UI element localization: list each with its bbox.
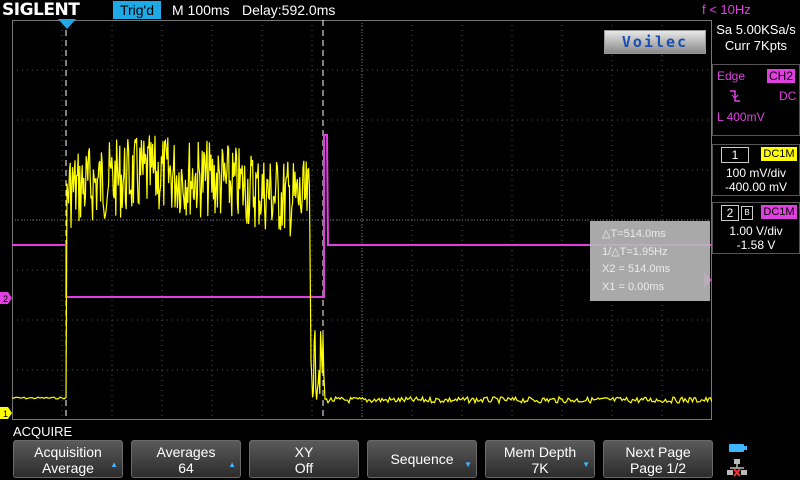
usb-storage-icon [729,444,747,452]
ch1-offset: -400.00 mV [724,180,788,194]
softkey-value: Off [294,460,314,476]
softkey-label: XY [294,444,314,460]
softkey-label: Sequence [390,451,454,467]
ch1-coupling: DC1M [761,147,797,161]
trigger-coupling: DC [779,89,797,103]
softkey-value: Page 1/2 [629,460,687,476]
softkey-value: 7K [531,460,549,476]
x1-readout: X1 = 0.00ms [602,281,665,293]
inverse-delta-t-readout: 1/△T=1.95Hz [602,246,668,258]
averages-softkey[interactable]: Averages 64 ▲ [131,440,241,478]
menu-title: ACQUIRE [13,424,73,439]
ch2-info-box[interactable]: 2 B DC1M 1.00 V/div -1.58 V [712,202,800,254]
ch1-number: 1 [721,147,749,163]
ch2-offset: -1.58 V [736,238,776,252]
network-disconnected-icon [727,459,747,477]
down-arrow-icon: ▼ [582,460,590,469]
cursor-readout-panel: △T=514.0ms 1/△T=1.95Hz X2 = 514.0ms X1 =… [590,221,710,301]
ch1-scale: 100 mV/div [725,166,787,180]
mem-depth-softkey[interactable]: Mem Depth 7K ▼ [485,440,595,478]
ch1-info-box[interactable]: 1 DC1M 100 mV/div -400.00 mV [712,144,800,196]
status-icons [724,440,800,480]
acquisition-mode-softkey[interactable]: Acquisition Average ▲ [13,440,123,478]
svg-text:2: 2 [3,294,8,304]
brand-logo: SIGLENT [2,0,80,20]
timebase-readout: M 100ms [172,2,230,18]
falling-edge-icon [730,90,740,102]
top-bar: SIGLENT Trig'd M 100ms Delay:592.0ms f <… [0,0,800,20]
ch2-coupling: DC1M [761,205,797,219]
ch2-offset-marker[interactable]: 2 [0,292,12,304]
trigger-info-box[interactable]: Edge CH2 DC L 400mV [712,64,800,136]
up-arrow-icon: ▲ [228,460,236,469]
trigger-level: L 400mV [717,110,765,124]
svg-text:1: 1 [3,409,8,419]
softkey-label: Mem Depth [503,444,577,460]
sample-rate-readout: Sa 5.00KSa/s [716,22,796,37]
acquisition-info: Sa 5.00KSa/s Curr 7Kpts [714,22,798,54]
softkey-value: Average [42,460,94,476]
trigger-position-marker[interactable] [57,18,77,30]
softkey-value: 64 [178,460,194,476]
memory-readout: Curr 7Kpts [724,38,788,53]
up-arrow-icon: ▲ [110,460,118,469]
ch2-number: 2 [721,205,739,221]
delay-readout: Delay:592.0ms [242,2,336,18]
next-page-softkey[interactable]: Next Page Page 1/2 [603,440,713,478]
softkey-label: Acquisition [34,444,102,460]
ch2-scale: 1.00 V/div [729,224,783,238]
xy-softkey[interactable]: XY Off [249,440,359,478]
watermark-logo: Voilec [604,30,706,54]
sequence-softkey[interactable]: Sequence ▼ [367,440,477,478]
trigger-status-badge: Trig'd [113,1,161,19]
down-arrow-icon: ▼ [464,460,472,469]
ch1-offset-marker[interactable]: 1 [0,407,12,419]
softkey-label: Next Page [625,444,691,460]
x2-readout: X2 = 514.0ms [602,263,671,275]
waveform-display[interactable] [12,20,712,420]
trigger-source: CH2 [767,69,796,83]
delta-t-readout: △T=514.0ms [602,228,666,240]
softkey-label: Averages [156,444,216,460]
frequency-readout: f < 10Hz [702,2,751,17]
trigger-type: Edge [717,69,746,83]
bandwidth-limit-icon: B [741,206,753,220]
